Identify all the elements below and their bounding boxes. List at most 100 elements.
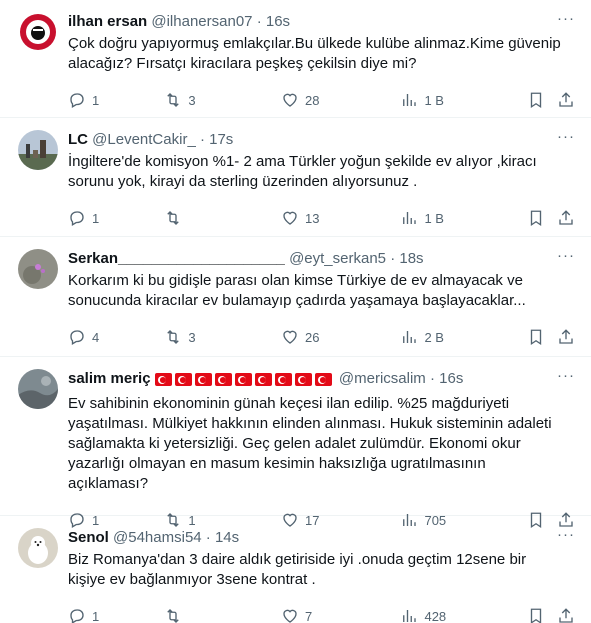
share-button[interactable] [557,607,575,623]
retweet-icon [167,330,180,344]
reply-feed: ··· ilhan ersan @ilhanersan07 · 16s Çok … [0,0,591,623]
share-icon [559,210,573,225]
tweet[interactable]: ··· ilhan ersan @ilhanersan07 · 16s Çok … [0,0,591,118]
bookmark-icon [531,92,542,109]
bookmark-button[interactable] [527,209,557,227]
like-count: 28 [305,92,320,108]
heart-icon [283,211,297,225]
timestamp[interactable]: 16s [439,370,463,387]
more-icon[interactable]: ··· [557,526,575,543]
tweet[interactable]: ··· LC @LeventCakir_ · 17s İngiltere'de … [0,118,591,237]
user-handle[interactable]: @mericsalim [339,370,426,387]
avatar[interactable] [18,130,58,170]
tweet-header: Serkan____________________ @eyt_serkan5 … [68,249,575,269]
more-icon[interactable]: ··· [557,367,575,384]
reply-icon [70,93,84,108]
tweet-text: İngiltere'de komisyon %1- 2 ama Türkler … [68,153,537,190]
turkish-flag-icon [314,373,332,386]
timestamp[interactable]: 18s [399,250,423,267]
retweet-icon [167,609,180,623]
tweet[interactable]: ··· Serkan____________________ @eyt_serk… [0,237,591,357]
avatar[interactable] [18,528,58,568]
share-button[interactable] [557,209,575,227]
reply-button[interactable]: 4 [68,328,164,346]
reply-count: 4 [92,329,100,345]
action-bar: 1 3 28 1 B [68,80,575,120]
bookmark-button[interactable] [527,91,557,109]
bookmark-button[interactable] [527,328,557,346]
views-button[interactable]: 1 B [400,91,527,109]
more-icon[interactable]: ··· [557,10,575,27]
timestamp[interactable]: 14s [215,529,239,546]
retweet-count: 3 [188,329,196,345]
turkish-flag-icons [154,372,335,392]
timestamp[interactable]: 16s [266,13,290,30]
like-button[interactable]: 28 [281,91,400,109]
tweet-header: salim meriç @mericsalim · 16s [68,369,575,392]
reply-button[interactable]: 1 [68,607,164,623]
separator-dot: · [205,529,211,546]
like-button[interactable]: 26 [281,328,400,346]
reply-button[interactable]: 1 [68,91,164,109]
tweet-text: Korkarım ki bu gidişle parası olan kimse… [68,272,526,309]
retweet-icon [167,211,180,225]
avatar[interactable] [18,12,58,52]
more-icon[interactable]: ··· [557,128,575,145]
tweet-text: Ev sahibinin ekonominin günah keçesi ila… [68,395,552,492]
like-count: 26 [305,329,320,345]
turkish-flag-icon [174,373,192,386]
tweet-text: Biz Romanya'dan 3 daire aldık getiriside… [68,551,527,588]
reply-count: 1 [92,92,100,108]
retweet-button[interactable] [164,607,281,623]
display-name[interactable]: Senol [68,529,109,546]
separator-dot: · [256,13,262,30]
display-name[interactable]: Serkan____________________ [68,250,285,267]
views-icon [403,212,417,224]
views-count: 428 [424,608,447,623]
turkish-flag-icon [214,373,232,386]
share-button[interactable] [557,91,575,109]
like-button[interactable]: 7 [281,607,400,623]
share-button[interactable] [557,328,575,346]
user-handle[interactable]: @ilhanersan07 [151,13,252,30]
reply-button[interactable]: 1 [68,209,164,227]
views-icon [403,94,417,106]
timestamp[interactable]: 17s [209,131,233,148]
like-count: 7 [305,608,313,623]
turkish-flag-icon [254,373,272,386]
turkish-flag-icon [274,373,292,386]
bookmark-icon [531,608,542,623]
tweet[interactable]: ··· Senol @54hamsi54 · 14s Biz Romanya'd… [0,516,591,623]
retweet-button[interactable] [164,209,281,227]
like-button[interactable]: 13 [281,209,400,227]
action-bar: 1 13 1 B [68,198,575,238]
views-icon [403,610,417,622]
avatar[interactable] [18,249,58,289]
user-handle[interactable]: @54hamsi54 [113,529,202,546]
more-icon[interactable]: ··· [557,247,575,264]
display-name[interactable]: ilhan ersan [68,13,147,30]
turkish-flag-icon [154,373,172,386]
reply-count: 1 [92,608,100,623]
tweet-text: Çok doğru yapıyormuş emlakçılar.Bu ülked… [68,35,561,72]
views-count: 1 B [424,92,444,108]
turkish-flag-icon [234,373,252,386]
retweet-button[interactable]: 3 [164,91,281,109]
user-handle[interactable]: @eyt_serkan5 [289,250,386,267]
retweet-button[interactable]: 3 [164,328,281,346]
display-name[interactable]: salim meriç [68,370,151,387]
views-button[interactable]: 2 B [400,328,527,346]
views-button[interactable]: 428 [400,607,527,623]
user-handle[interactable]: @LeventCakir_ [92,131,196,148]
tweet[interactable]: ··· salim meriç @mericsalim · 16s Ev sah… [0,357,591,529]
bookmark-icon [531,210,542,227]
views-count: 2 B [424,329,444,345]
views-count: 1 B [424,210,444,226]
retweet-icon [167,93,180,107]
views-button[interactable]: 1 B [400,209,527,227]
bookmark-button[interactable] [527,607,557,623]
display-name[interactable]: LC [68,131,88,148]
tweet-header: LC @LeventCakir_ · 17s [68,130,575,150]
reply-icon [70,211,84,226]
avatar[interactable] [18,369,58,409]
